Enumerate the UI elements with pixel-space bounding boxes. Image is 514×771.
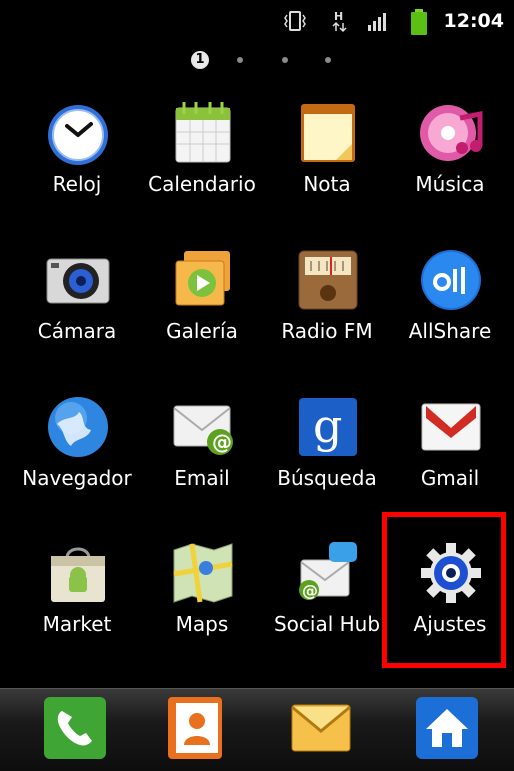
- home-icon[interactable]: [414, 695, 480, 761]
- page-dot: [325, 57, 331, 63]
- app-camara[interactable]: Cámara: [13, 247, 141, 387]
- music-disc-icon: [420, 105, 483, 161]
- gmail-icon: [421, 403, 481, 451]
- app-label: Social Hub: [273, 612, 381, 636]
- vibrate-icon: [284, 11, 306, 31]
- app-label: AllShare: [408, 319, 492, 343]
- phone-icon[interactable]: [42, 695, 108, 761]
- app-nota[interactable]: Nota: [263, 100, 391, 240]
- app-label: Reloj: [52, 172, 102, 196]
- app-label: Email: [174, 466, 230, 490]
- google-search-icon: g: [299, 398, 357, 456]
- app-label: Galería: [166, 319, 238, 343]
- page-dot: [282, 57, 288, 63]
- status-bar[interactable]: H 12:04: [0, 0, 514, 40]
- app-label: Gmail: [420, 466, 480, 490]
- clock-time: 12:04: [443, 10, 504, 32]
- app-label: Nota: [303, 172, 351, 196]
- gallery-icon: [175, 251, 230, 306]
- signal-icon: [368, 13, 386, 31]
- email-icon: @: [173, 405, 233, 455]
- app-calendario[interactable]: Calendario: [138, 100, 266, 240]
- highlight-box: [382, 512, 506, 668]
- calendar-icon: [175, 102, 231, 163]
- app-label: Búsqueda: [277, 466, 377, 490]
- app-musica[interactable]: Música: [386, 100, 514, 240]
- app-social-hub[interactable]: @ Social Hub: [263, 540, 391, 680]
- app-market[interactable]: Market: [13, 540, 141, 680]
- app-label: Navegador: [22, 466, 132, 490]
- app-label: Música: [415, 172, 485, 196]
- notepad-icon: [301, 104, 355, 162]
- camera-icon: [46, 258, 110, 304]
- app-maps[interactable]: Maps: [138, 540, 266, 680]
- page-indicator[interactable]: 1: [0, 48, 514, 72]
- app-radio-fm[interactable]: Radio FM: [263, 247, 391, 387]
- svg-text:@: @: [302, 581, 318, 600]
- contacts-icon[interactable]: [162, 695, 228, 761]
- app-allshare[interactable]: AllShare: [386, 247, 514, 387]
- market-bag-icon: [51, 547, 105, 602]
- dock-bar[interactable]: [0, 688, 514, 771]
- svg-text:H: H: [334, 10, 343, 23]
- social-hub-icon: @: [299, 542, 357, 600]
- app-navegador[interactable]: Navegador: [13, 394, 141, 534]
- app-email[interactable]: @ Email: [138, 394, 266, 534]
- hspa-data-icon: H: [332, 10, 347, 33]
- app-label: Calendario: [148, 172, 256, 196]
- globe-icon: [48, 397, 108, 457]
- app-label: Radio FM: [281, 319, 373, 343]
- app-busqueda[interactable]: g Búsqueda: [263, 394, 391, 534]
- app-reloj[interactable]: Reloj: [13, 100, 141, 240]
- battery-icon: [411, 9, 427, 35]
- app-galeria[interactable]: Galería: [138, 247, 266, 387]
- svg-text:g: g: [313, 399, 342, 453]
- radio-icon: [298, 250, 358, 310]
- maps-icon: [173, 543, 233, 603]
- current-page-indicator: 1: [191, 51, 209, 69]
- page-dot: [237, 57, 243, 63]
- app-label: Cámara: [37, 319, 117, 343]
- svg-text:@: @: [212, 430, 232, 454]
- app-label: Market: [42, 612, 112, 636]
- allshare-icon: [421, 250, 481, 310]
- messages-icon[interactable]: [288, 695, 354, 761]
- clock-icon: [48, 105, 108, 165]
- app-label: Maps: [175, 612, 229, 636]
